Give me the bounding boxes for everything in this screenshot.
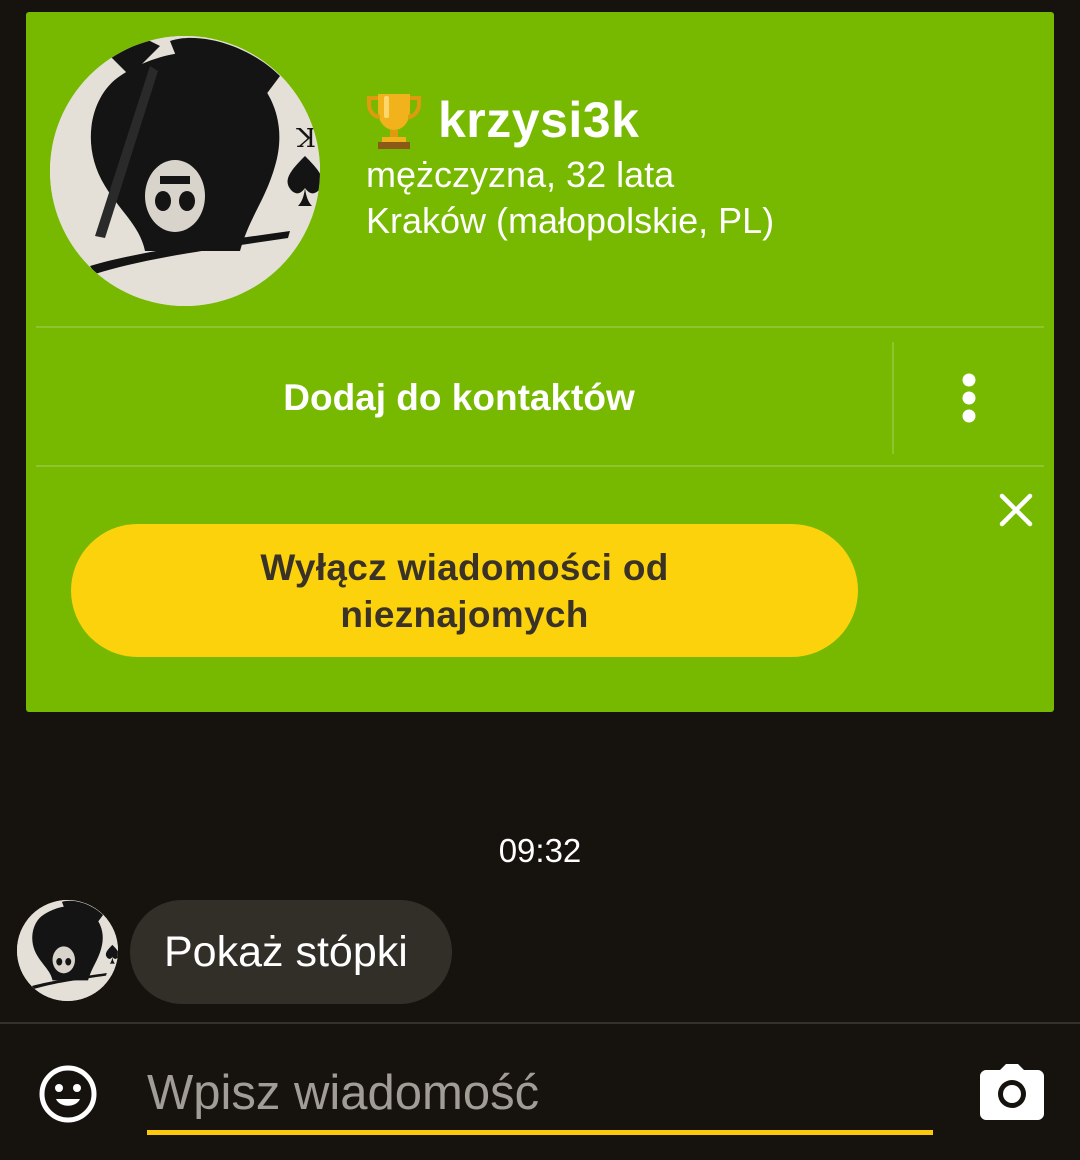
disable-stranger-messages-button[interactable]: Wyłącz wiadomości od nieznajomych: [71, 524, 858, 657]
message-timestamp: 09:32: [498, 832, 582, 869]
avatar-image: K: [50, 36, 320, 306]
profile-info: krzysi3k mężczyzna, 32 lata Kraków (mało…: [366, 88, 774, 244]
more-options-button[interactable]: [894, 330, 1044, 466]
name-row: krzysi3k: [366, 88, 774, 152]
emoji-button[interactable]: [36, 1062, 100, 1126]
divider: [36, 465, 1044, 467]
profile-location: Kraków (małopolskie, PL): [366, 200, 775, 241]
svg-text:K: K: [296, 121, 316, 151]
profile-card: K krzysi3k mężczyzna, 32 lata Kraków (ma…: [26, 12, 1054, 712]
profile-username: krzysi3k: [438, 92, 640, 148]
profile-avatar[interactable]: K: [50, 36, 320, 306]
message-bubble-incoming[interactable]: Pokaż stópki: [130, 900, 452, 1004]
add-contact-button[interactable]: Dodaj do kontaktów: [36, 330, 882, 466]
camera-icon: [980, 1064, 1044, 1120]
emoji-icon: [39, 1065, 97, 1123]
message-input[interactable]: [147, 1056, 933, 1135]
close-icon: [999, 493, 1033, 527]
disable-stranger-messages-label: Wyłącz wiadomości od nieznajomych: [260, 546, 669, 635]
sender-avatar[interactable]: [17, 900, 118, 1001]
more-vertical-icon: [962, 373, 976, 423]
chat-screen: K krzysi3k mężczyzna, 32 lata Kraków (ma…: [0, 0, 1080, 1160]
profile-gender-age: mężczyzna, 32 lata: [366, 154, 675, 195]
close-button[interactable]: [984, 478, 1048, 542]
input-divider: [0, 1022, 1080, 1024]
avatar-image: [17, 900, 118, 1001]
trophy-icon: [366, 90, 422, 150]
divider: [36, 326, 1044, 328]
message-text: Pokaż stópki: [164, 927, 408, 976]
camera-button[interactable]: [980, 1064, 1044, 1120]
